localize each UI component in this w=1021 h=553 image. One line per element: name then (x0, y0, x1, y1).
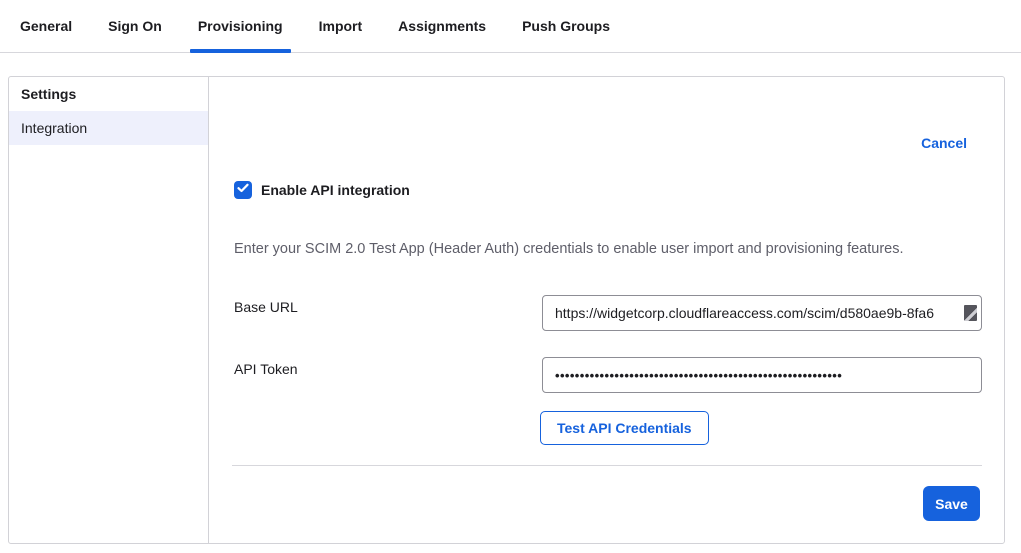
test-api-credentials-button[interactable]: Test API Credentials (540, 411, 709, 445)
enable-api-integration-checkbox[interactable] (234, 181, 252, 199)
api-token-label: API Token (234, 361, 298, 377)
enable-api-integration-label: Enable API integration (261, 182, 410, 198)
credentials-description: Enter your SCIM 2.0 Test App (Header Aut… (234, 241, 974, 257)
tab-import[interactable]: Import (319, 0, 363, 53)
tab-general[interactable]: General (20, 0, 72, 53)
base-url-label: Base URL (234, 299, 298, 315)
base-url-input[interactable] (542, 295, 982, 331)
save-button[interactable]: Save (923, 486, 980, 521)
tab-push-groups[interactable]: Push Groups (522, 0, 610, 53)
app-tab-bar: General Sign On Provisioning Import Assi… (0, 0, 1021, 53)
enable-api-integration-row: Enable API integration (234, 181, 410, 199)
settings-sidebar: Settings Integration (9, 77, 209, 543)
tab-assignments[interactable]: Assignments (398, 0, 486, 53)
tab-provisioning[interactable]: Provisioning (198, 0, 283, 53)
sidebar-item-integration[interactable]: Integration (9, 111, 208, 145)
base-url-field-wrap (542, 295, 982, 331)
cancel-link[interactable]: Cancel (921, 135, 967, 151)
provisioning-panel: Settings Integration Cancel Enable API i… (8, 76, 1005, 544)
footer-divider (232, 465, 982, 466)
tab-sign-on[interactable]: Sign On (108, 0, 162, 53)
api-token-input[interactable] (542, 357, 982, 393)
api-token-field-wrap (542, 357, 982, 393)
sidebar-header: Settings (9, 77, 208, 111)
integration-content: Cancel Enable API integration Enter your… (209, 77, 1004, 543)
checkmark-icon (237, 181, 249, 199)
text-selection-block (964, 305, 977, 321)
